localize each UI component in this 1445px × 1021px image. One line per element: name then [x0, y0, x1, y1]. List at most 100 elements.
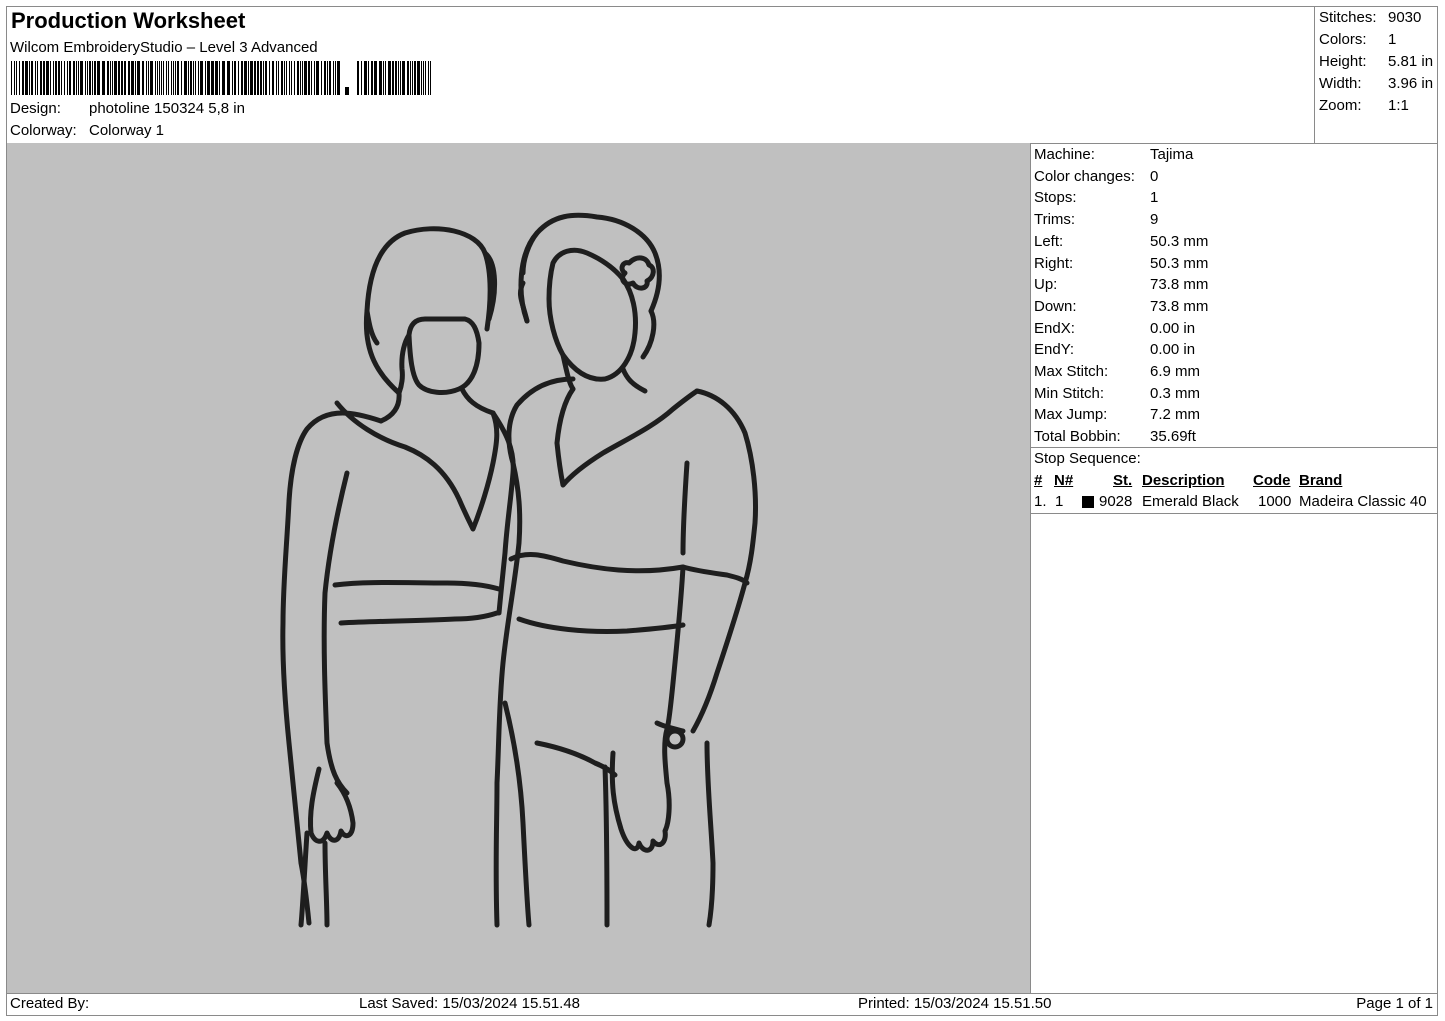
right-woman-belt-bottom	[516, 616, 686, 634]
right-woman-sleeve	[680, 460, 750, 586]
col-num: #	[1034, 472, 1043, 489]
left-woman-hand	[308, 766, 356, 844]
table-row: 1. 1 9028 Emerald Black 1000 Madeira Cla…	[1034, 491, 1436, 513]
page-number: Page 1 of 1	[1356, 995, 1433, 1012]
row-st: 9028	[1099, 493, 1133, 510]
left-woman-neckline	[334, 400, 500, 532]
summary-colors: Colors: 1	[1319, 29, 1437, 51]
right-woman-neck	[560, 352, 648, 394]
machine-info-label: EndY:	[1034, 341, 1075, 359]
summary-label: Stitches:	[1319, 9, 1377, 26]
left-woman-inner-arm	[321, 470, 350, 796]
left-woman-face	[406, 316, 482, 395]
right-woman-watch	[654, 720, 686, 750]
summary-label: Colors:	[1319, 31, 1367, 48]
right-woman-far-leg	[704, 740, 716, 928]
stop-sequence-title: Stop Sequence:	[1034, 450, 1141, 467]
barcode-icon	[11, 61, 431, 95]
summary-label: Height:	[1319, 53, 1367, 70]
machine-info-value: 7.2 mm	[1150, 406, 1201, 424]
summary-stitches: Stitches: 9030	[1319, 7, 1437, 29]
machine-info-label: Stops:	[1034, 189, 1077, 207]
machine-info-label: Total Bobbin:	[1034, 428, 1121, 446]
machine-info-row: Down: 73.8 mm	[1034, 296, 1434, 318]
design-value: photoline 150324 5,8 in	[89, 100, 245, 117]
machine-info-value: 0.00 in	[1150, 319, 1196, 337]
stop-sequence-header: # N# St. Description Code Brand	[1034, 470, 1436, 492]
machine-info-value: Tajima	[1150, 146, 1194, 163]
machine-info-label: Down:	[1034, 297, 1077, 315]
machine-info-label: Color changes:	[1034, 167, 1135, 185]
machine-info: Machine: Tajima Color changes: 0 Stops: 1 Trim…	[1034, 144, 1434, 446]
machine-info-value: 73.8 mm	[1150, 297, 1209, 315]
production-worksheet: Production Worksheet Wilcom EmbroiderySt…	[6, 6, 1438, 1016]
machine-info-row: EndY: 0.00 in	[1034, 339, 1434, 361]
machine-info-row: Color changes: 0	[1034, 166, 1434, 188]
right-woman-arm	[664, 564, 748, 734]
created-by: Created By:	[10, 995, 90, 1012]
left-woman-belt-bottom	[338, 610, 500, 626]
machine-info-label: EndX:	[1034, 319, 1075, 337]
summary-value: 3.96 in	[1388, 75, 1434, 92]
software-name: Wilcom EmbroideryStudio – Level 3 Advanc…	[10, 39, 318, 56]
design-preview	[7, 143, 1030, 993]
machine-info-value: 35.69ft	[1150, 428, 1196, 446]
row-code: 1000	[1258, 493, 1292, 510]
summary-width: Width: 3.96 in	[1319, 73, 1437, 95]
row-brand: Madeira Classic 40	[1299, 493, 1427, 510]
machine-info-label: Left:	[1034, 232, 1064, 250]
summary-value: 9030	[1388, 9, 1422, 26]
right-woman-neckline	[554, 386, 700, 488]
page-title: Production Worksheet	[11, 8, 246, 33]
summary-value: 1	[1388, 31, 1397, 48]
machine-info-row: Up: 73.8 mm	[1034, 274, 1434, 296]
machine-info-label: Max Stitch:	[1034, 363, 1109, 380]
machine-info-value: 0.3 mm	[1150, 384, 1201, 402]
col-st: St.	[1113, 472, 1133, 489]
right-woman-right-shoulder	[694, 388, 758, 586]
machine-info-value: 50.3 mm	[1150, 254, 1209, 272]
embroidery-design-image	[280, 212, 758, 928]
machine-info-label: Machine:	[1034, 146, 1095, 163]
machine-info-value: 1	[1150, 189, 1159, 207]
machine-info-value: 0.00 in	[1150, 341, 1196, 359]
colorway-label: Colorway:	[10, 122, 77, 139]
machine-info-row: Total Bobbin: 35.69ft	[1034, 426, 1434, 448]
machine-info-row: EndX: 0.00 in	[1034, 318, 1434, 340]
summary-label: Width:	[1319, 75, 1362, 92]
thread-color-swatch	[1082, 491, 1094, 513]
right-woman-skirt-left	[502, 700, 532, 928]
machine-info-row: Max Stitch: 6.9 mm	[1034, 361, 1434, 383]
machine-info-value: 6.9 mm	[1150, 363, 1201, 380]
design-row: Design: photoline 150324 5,8 in	[10, 98, 410, 120]
colorway-row: Colorway: Colorway 1	[10, 120, 410, 142]
row-num: 1.	[1034, 493, 1047, 510]
right-woman-hand	[609, 726, 672, 853]
col-n: N#	[1054, 472, 1074, 489]
printed-date: Printed: 15/03/2024 15.51.50	[858, 995, 1052, 1012]
machine-info-label: Right:	[1034, 254, 1074, 272]
machine-info-value: 9	[1150, 211, 1159, 229]
machine-info-row: Machine: Tajima	[1034, 144, 1434, 166]
col-description: Description	[1142, 472, 1225, 489]
left-woman-belt-top	[332, 580, 502, 592]
machine-info-row: Left: 50.3 mm	[1034, 231, 1434, 253]
machine-info-value: 73.8 mm	[1150, 276, 1209, 294]
machine-info-value: 0	[1150, 167, 1159, 185]
machine-info-value: 50.3 mm	[1150, 232, 1209, 250]
machine-info-label: Up:	[1034, 276, 1058, 294]
right-woman-belt-top	[508, 552, 686, 574]
machine-info-row: Max Jump: 7.2 mm	[1034, 404, 1434, 426]
left-woman-shoulder	[280, 410, 384, 926]
col-brand: Brand	[1299, 472, 1343, 489]
row-n: 1	[1055, 493, 1064, 510]
left-woman-leg	[298, 830, 330, 928]
stop-sequence: Stop Sequence: # N# St. Description Code…	[1034, 448, 1436, 512]
summary-label: Zoom:	[1319, 97, 1362, 114]
summary-zoom: Zoom: 1:1	[1319, 95, 1437, 117]
machine-info-row: Trims: 9	[1034, 209, 1434, 231]
machine-info-label: Min Stitch:	[1034, 384, 1105, 402]
summary-height: Height: 5.81 in	[1319, 51, 1437, 73]
right-woman-head	[518, 212, 662, 324]
row-description: Emerald Black	[1142, 493, 1239, 510]
